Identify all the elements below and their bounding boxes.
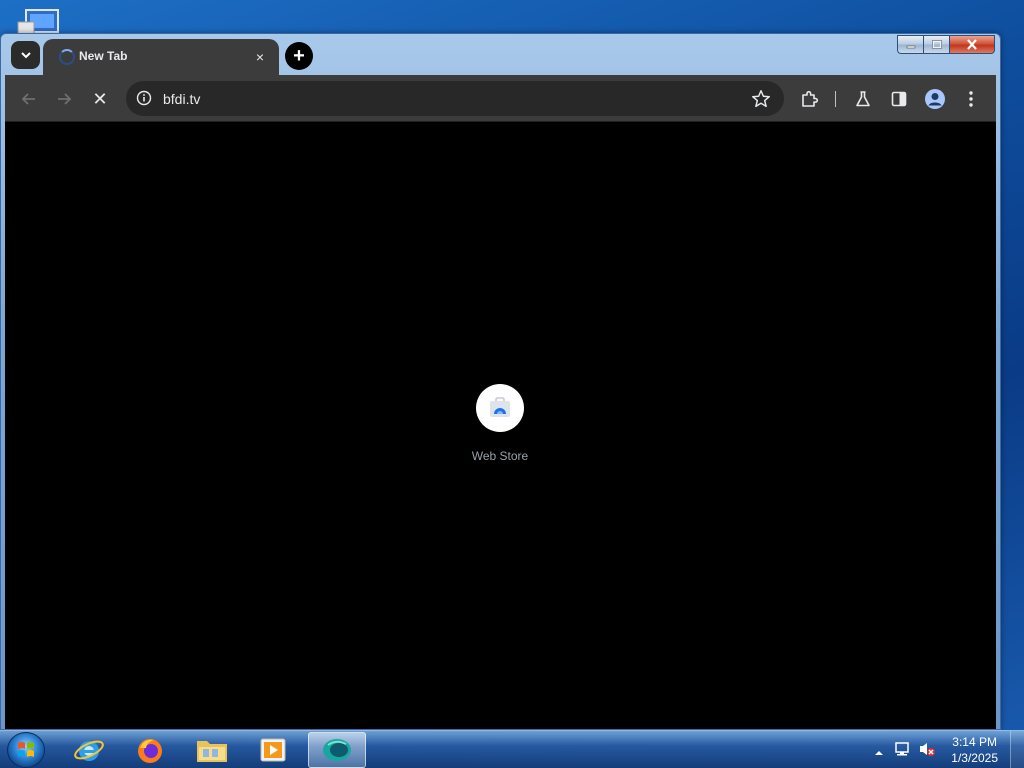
start-button[interactable] xyxy=(7,732,45,768)
taskbar-item-internet-explorer[interactable] xyxy=(60,732,118,768)
back-button[interactable] xyxy=(14,84,44,114)
taskbar-item-file-explorer[interactable] xyxy=(183,732,241,768)
media-player-icon xyxy=(260,738,286,762)
tab-search-button[interactable] xyxy=(11,41,40,69)
shortcut-web-store[interactable]: Web Store xyxy=(460,384,540,463)
chevron-down-icon xyxy=(20,52,31,59)
toolbar-separator xyxy=(835,91,836,107)
profile-button[interactable] xyxy=(920,84,950,114)
chevron-up-icon xyxy=(875,751,883,755)
clock-date: 1/3/2025 xyxy=(951,751,998,765)
taskbar: 3:14 PM 1/3/2025 xyxy=(0,730,1024,768)
show-hidden-icons-button[interactable] xyxy=(874,744,884,762)
internet-explorer-icon xyxy=(74,740,104,761)
taskbar-item-media-player[interactable] xyxy=(244,732,302,768)
back-arrow-icon xyxy=(21,93,35,105)
tab-new-tab[interactable]: New Tab × xyxy=(43,39,279,75)
show-desktop-button[interactable] xyxy=(1010,731,1024,768)
chrome-frame: New Tab × + ✕ bfdi.tv Web Store xyxy=(5,34,996,729)
clock-time: 3:14 PM xyxy=(952,735,997,749)
page-content: Web Store xyxy=(5,122,996,729)
web-store-icon xyxy=(490,397,510,417)
forward-button[interactable] xyxy=(49,84,79,114)
browser-icon xyxy=(323,739,351,761)
avatar-icon xyxy=(925,89,945,109)
loading-spinner-icon xyxy=(59,49,75,65)
folder-icon xyxy=(197,741,227,762)
taskbar-clock[interactable]: 3:14 PM 1/3/2025 xyxy=(951,734,998,766)
flask-icon xyxy=(856,91,870,107)
shortcut-icon-container xyxy=(476,384,524,432)
stop-loading-button[interactable]: ✕ xyxy=(85,84,115,114)
forward-arrow-icon xyxy=(58,93,72,105)
omnibox[interactable]: bfdi.tv xyxy=(126,81,784,116)
taskbar-item-browser[interactable] xyxy=(308,732,366,768)
windows-logo-icon xyxy=(18,742,34,757)
tab-strip: New Tab × + xyxy=(5,34,996,75)
toolbar: ✕ bfdi.tv xyxy=(5,75,996,122)
desktop-computer-icon[interactable] xyxy=(16,8,62,37)
side-panel-icon xyxy=(891,91,907,107)
url-text[interactable]: bfdi.tv xyxy=(163,91,200,107)
labs-button[interactable] xyxy=(848,84,878,114)
taskbar-item-firefox[interactable] xyxy=(121,732,179,768)
system-tray: 3:14 PM 1/3/2025 xyxy=(864,731,1024,768)
three-dots-vertical-icon xyxy=(969,91,973,107)
firefox-icon xyxy=(138,739,162,763)
volume-muted-icon[interactable] xyxy=(918,741,936,762)
network-status-icon[interactable] xyxy=(894,741,910,762)
menu-button[interactable] xyxy=(956,84,986,114)
browser-window: New Tab × + ✕ bfdi.tv Web Store xyxy=(0,33,1001,730)
new-tab-button[interactable]: + xyxy=(285,42,313,70)
tab-close-button[interactable]: × xyxy=(251,48,269,66)
puzzle-icon xyxy=(802,90,819,107)
side-panel-button[interactable] xyxy=(884,84,914,114)
site-info-icon[interactable] xyxy=(136,90,152,106)
shortcut-label: Web Store xyxy=(471,449,529,463)
bookmark-star-icon[interactable] xyxy=(750,88,772,110)
extensions-button[interactable] xyxy=(795,84,825,114)
tab-title: New Tab xyxy=(79,49,128,63)
